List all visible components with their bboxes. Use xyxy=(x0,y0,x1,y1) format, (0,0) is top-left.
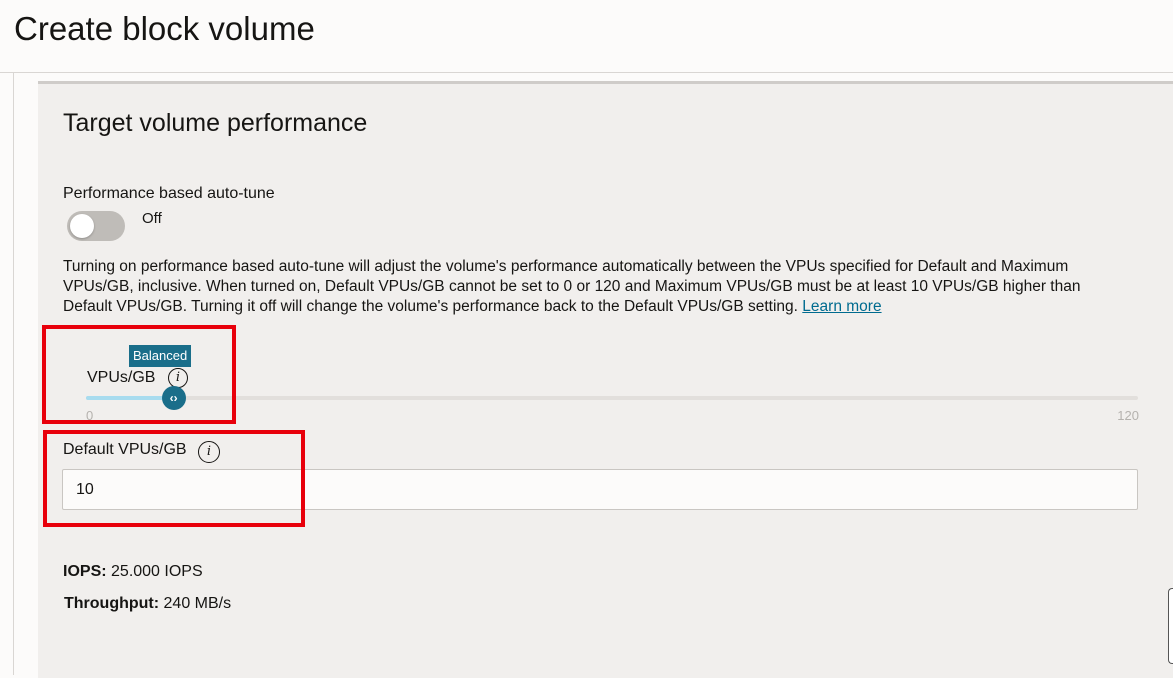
default-vpus-label: Default VPUs/GB xyxy=(63,441,187,458)
autotune-state-label: Off xyxy=(142,210,162,227)
autotune-description: Turning on performance based auto-tune w… xyxy=(63,257,1123,317)
left-rail-divider xyxy=(13,73,14,675)
vpus-slider-fill xyxy=(86,396,174,400)
throughput-metric: Throughput: 240 MB/s xyxy=(64,595,231,613)
throughput-value: 240 MB/s xyxy=(163,595,232,612)
target-volume-performance-panel: Target volume performance Performance ba… xyxy=(38,81,1173,678)
section-title: Target volume performance xyxy=(63,109,368,137)
page-title: Create block volume xyxy=(14,10,315,47)
default-vpus-info-icon[interactable]: i xyxy=(198,441,220,463)
slider-min-label: 0 xyxy=(86,408,94,423)
autotune-toggle[interactable] xyxy=(67,211,125,241)
description-text: Turning on performance based auto-tune w… xyxy=(63,258,1081,315)
iops-metric: IOPS: 25.000 IOPS xyxy=(63,563,203,581)
balanced-badge: Balanced xyxy=(129,345,192,367)
vpus-info-icon[interactable]: i xyxy=(168,368,188,388)
autotune-label: Performance based auto-tune xyxy=(63,185,275,202)
iops-label: IOPS: xyxy=(63,563,107,580)
vpus-slider-handle[interactable]: ‹› xyxy=(161,386,186,410)
vpus-slider-label: VPUs/GB xyxy=(87,369,156,386)
slider-max-label: 120 xyxy=(1117,408,1139,423)
toggle-knob xyxy=(70,214,94,238)
learn-more-link[interactable]: Learn more xyxy=(802,298,881,315)
vpus-slider-track[interactable]: ‹› xyxy=(86,386,1138,410)
page-header: Create block volume xyxy=(0,0,1173,73)
throughput-label: Throughput: xyxy=(64,595,160,612)
scrollbar-handle[interactable] xyxy=(1168,588,1173,664)
default-vpus-input[interactable] xyxy=(62,469,1138,510)
iops-value: 25.000 IOPS xyxy=(111,563,203,580)
